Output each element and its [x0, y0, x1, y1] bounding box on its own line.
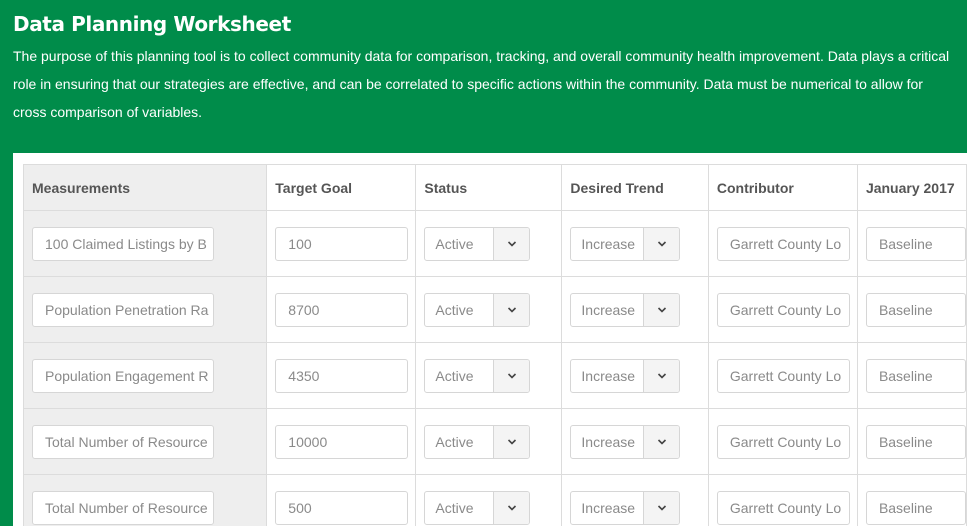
status-select-value: Active	[435, 433, 474, 450]
chevron-down-icon	[657, 504, 666, 511]
measurement-input[interactable]: Total Number of Resource	[32, 424, 214, 459]
target-goal-input[interactable]: 8700	[275, 292, 409, 327]
column-header-measurements: Measurements	[22, 164, 268, 211]
chevron-down-icon	[657, 240, 666, 247]
desired-trend-select[interactable]: Increase	[570, 490, 681, 525]
column-header-status: Status	[415, 164, 563, 211]
desired-trend-select[interactable]: Increase	[570, 358, 681, 393]
contributor-input[interactable]: Garrett County Lo	[716, 490, 850, 525]
desired-trend-dropdown-button[interactable]	[643, 425, 680, 458]
column-header-january-2017: January 2017	[856, 164, 967, 211]
chevron-down-icon	[657, 306, 666, 313]
status-select-value: Active	[435, 235, 474, 252]
worksheet-table: Measurements Target Goal Status Desired …	[22, 164, 967, 526]
january-2017-input[interactable]: Baseline	[865, 226, 966, 261]
page-description: The purpose of this planning tool is to …	[13, 48, 950, 120]
target-goal-input[interactable]: 10000	[275, 424, 409, 459]
january-2017-input[interactable]: Baseline	[865, 424, 966, 459]
desired-trend-select[interactable]: Increase	[570, 292, 681, 327]
table-row: Total Number of Resource 10000 Active In…	[22, 408, 967, 475]
measurement-input[interactable]: Population Engagement R	[32, 358, 214, 393]
january-2017-input[interactable]: Baseline	[865, 490, 966, 525]
status-dropdown-button[interactable]	[493, 293, 530, 326]
january-2017-input[interactable]: Baseline	[865, 358, 966, 393]
table-row: Population Engagement R 4350 Active Incr…	[22, 342, 967, 409]
desired-trend-select-value: Increase	[581, 367, 636, 384]
status-select[interactable]: Active	[424, 226, 531, 261]
chevron-down-icon	[507, 504, 516, 511]
target-goal-input[interactable]: 4350	[275, 358, 409, 393]
table-row: Population Penetration Ra 8700 Active In…	[22, 276, 967, 343]
desired-trend-dropdown-button[interactable]	[643, 227, 680, 260]
desired-trend-select-value: Increase	[581, 499, 636, 516]
contributor-input[interactable]: Garrett County Lo	[716, 292, 850, 327]
status-dropdown-button[interactable]	[493, 227, 530, 260]
measurement-input[interactable]: Population Penetration Ra	[32, 292, 214, 327]
table-row: 100 Claimed Listings by B 100 Active Inc…	[22, 210, 967, 277]
page-title: Data Planning Worksheet	[13, 12, 291, 36]
desired-trend-select-value: Increase	[581, 433, 636, 450]
measurement-input[interactable]: Total Number of Resource	[32, 490, 214, 525]
status-select-value: Active	[435, 301, 474, 318]
desired-trend-dropdown-button[interactable]	[643, 293, 680, 326]
desired-trend-select[interactable]: Increase	[570, 424, 681, 459]
chevron-down-icon	[507, 306, 516, 313]
contributor-input[interactable]: Garrett County Lo	[716, 424, 850, 459]
column-header-contributor: Contributor	[707, 164, 858, 211]
desired-trend-select-value: Increase	[581, 301, 636, 318]
chevron-down-icon	[507, 372, 516, 379]
worksheet-panel: Measurements Target Goal Status Desired …	[13, 153, 967, 526]
january-2017-input[interactable]: Baseline	[865, 292, 966, 327]
desired-trend-select[interactable]: Increase	[570, 226, 681, 261]
status-dropdown-button[interactable]	[493, 425, 530, 458]
contributor-input[interactable]: Garrett County Lo	[716, 226, 850, 261]
desired-trend-dropdown-button[interactable]	[643, 491, 680, 524]
page-header: Data Planning Worksheet The purpose of t…	[0, 0, 967, 153]
desired-trend-select-value: Increase	[581, 235, 636, 252]
chevron-down-icon	[657, 372, 666, 379]
status-select-value: Active	[435, 367, 474, 384]
status-select[interactable]: Active	[424, 358, 531, 393]
chevron-down-icon	[657, 438, 666, 445]
status-select[interactable]: Active	[424, 424, 531, 459]
status-dropdown-button[interactable]	[493, 359, 530, 392]
table-header-row: Measurements Target Goal Status Desired …	[22, 164, 967, 211]
column-header-target-goal: Target Goal	[266, 164, 417, 211]
column-header-desired-trend: Desired Trend	[561, 164, 709, 211]
measurement-input[interactable]: 100 Claimed Listings by B	[32, 226, 214, 261]
status-select[interactable]: Active	[424, 292, 531, 327]
status-select-value: Active	[435, 499, 474, 516]
chevron-down-icon	[507, 240, 516, 247]
chevron-down-icon	[507, 438, 516, 445]
target-goal-input[interactable]: 500	[275, 490, 409, 525]
table-row: Total Number of Resource 500 Active Incr…	[22, 474, 967, 526]
status-select[interactable]: Active	[424, 490, 531, 525]
desired-trend-dropdown-button[interactable]	[643, 359, 680, 392]
contributor-input[interactable]: Garrett County Lo	[716, 358, 850, 393]
status-dropdown-button[interactable]	[493, 491, 530, 524]
target-goal-input[interactable]: 100	[275, 226, 409, 261]
